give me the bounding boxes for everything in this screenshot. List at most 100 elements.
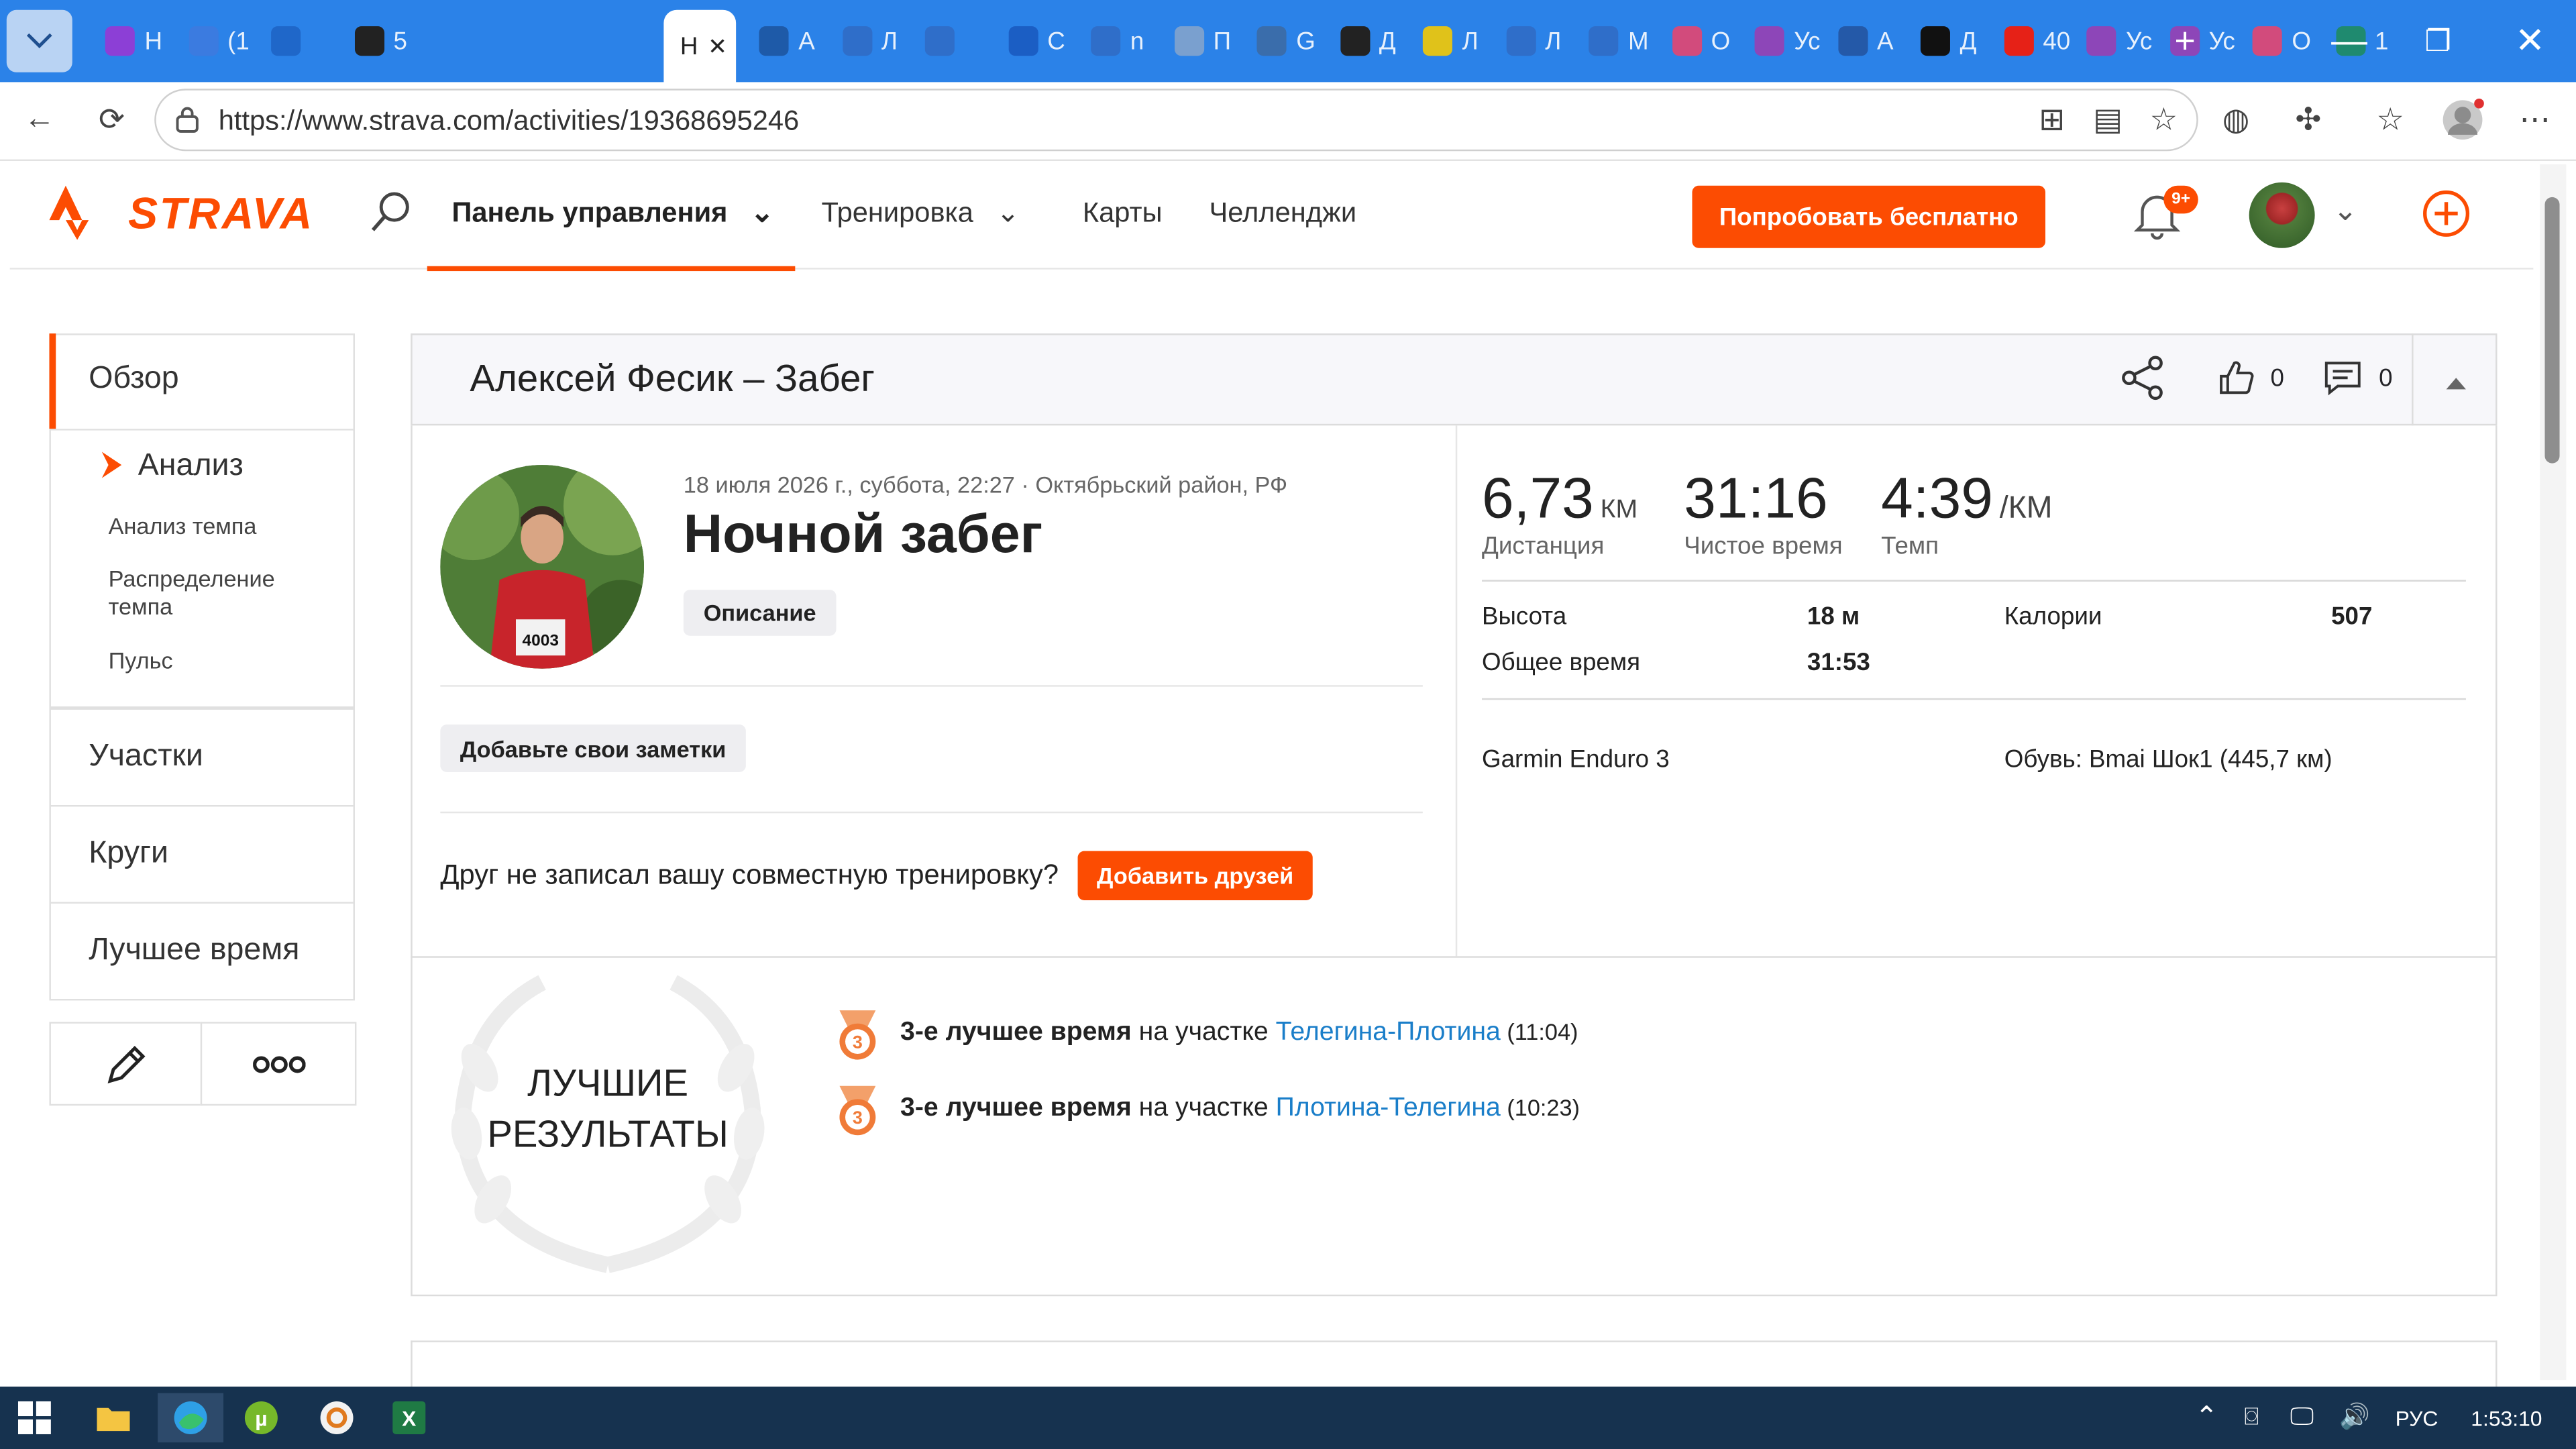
browser-tab[interactable]: С [991,10,1073,72]
excel-button[interactable]: X [381,1393,437,1442]
elevation-value: 18 м [1807,602,1860,631]
browser-tab[interactable]: А [743,10,824,72]
utorrent-button[interactable]: µ [233,1393,289,1442]
best-results-badge: ЛУЧШИЕ РЕЗУЛЬТАТЫ [443,1058,772,1160]
profile-button[interactable] [2441,98,2484,142]
sidebar-item-heart-rate[interactable]: Пульс [109,647,173,676]
network-icon[interactable]: 🖵 [2290,1403,2314,1431]
minimize-button[interactable]: — [2306,0,2392,82]
browser-tab[interactable]: 5 [337,10,419,72]
browser-tab[interactable]: Ус [1738,10,1820,72]
camera-icon[interactable]: ⌼ [2244,1403,2259,1431]
refresh-button[interactable]: ⟳ [91,99,133,142]
edit-button[interactable] [49,1022,203,1106]
browser-tab[interactable]: n [1075,10,1157,72]
sidebar-item-pace-distribution[interactable]: Распределение темпа [109,565,322,621]
segment-link[interactable]: Телегина-Плотина [1276,1018,1501,1046]
strava-logo[interactable]: STRAVA [128,189,314,240]
back-button[interactable]: ← [18,99,61,142]
segment-link[interactable]: Плотина-Телегина [1276,1094,1501,1122]
page-scrollbar[interactable] [2540,164,2567,1381]
sidebar-item-analysis[interactable]: Анализ [138,449,244,485]
tab-title: А [1876,27,1894,56]
strava-logo-mark[interactable] [46,184,93,240]
browser-tab[interactable]: Д [1904,10,1986,72]
extension-button[interactable]: ◍ [2214,99,2257,142]
shoes-info[interactable]: Обувь: Bmai Шок1 (445,7 км) [2004,746,2332,774]
browser-tab-active[interactable]: Н ✕ [663,9,737,83]
calories-label: Калории [2004,602,2102,631]
browser-menu-button[interactable]: ⋯ [2514,99,2557,142]
notifications-button[interactable]: 9+ [2133,185,2198,248]
comments-button[interactable]: 0 [2323,360,2393,396]
apps-button[interactable]: ⊞ [2031,99,2074,142]
browser-tab[interactable]: 40 [1987,10,2070,72]
browser-tab[interactable]: Н [89,10,170,72]
nav-training[interactable]: Тренировка ⌄ [822,197,1020,230]
achievement-text: на участке [1131,1094,1276,1122]
kudos-button[interactable]: 0 [2218,360,2284,396]
new-tab-button[interactable]: + [2142,0,2227,82]
share-button[interactable] [2119,355,2165,409]
clock[interactable]: 1:53:10 [2471,1406,2542,1431]
athlete-photo[interactable]: 4003 [440,465,645,669]
browser-tab[interactable]: Ус [2070,10,2152,72]
browser-tab[interactable]: G [1240,10,1322,72]
nav-challenges[interactable]: Челленджи [1209,197,1356,230]
search-button[interactable] [368,189,415,244]
calories-value: 507 [2331,602,2373,631]
elapsed-value: 31:53 [1807,649,1870,677]
sidebar-item-overview[interactable]: Обзор [89,362,178,398]
input-language[interactable]: РУС [2396,1406,2438,1431]
chevron-down-icon[interactable]: ⌄ [2333,194,2358,228]
sidebar-item-pace-analysis[interactable]: Анализ темпа [109,513,257,541]
scrollbar-thumb[interactable] [2544,197,2560,464]
divider [440,811,1423,814]
browser-tab[interactable]: (1 [172,10,254,72]
browser-tab[interactable]: Л [1406,10,1488,72]
app-button[interactable] [309,1393,364,1442]
description-button[interactable]: Описание [683,590,837,636]
add-friends-button[interactable]: Добавить друзей [1077,851,1313,901]
restore-button[interactable]: ❐ [2396,0,2481,82]
sidebar-item-laps[interactable]: Круги [89,837,168,873]
stat-pace: 4:39/КМ [1881,467,2052,533]
bib-number: 4003 [523,631,559,649]
browser-tab[interactable]: О [2236,10,2318,72]
tab-actions-menu-button[interactable] [6,9,72,72]
chevron-up-icon[interactable]: ⌃ [2195,1401,2218,1434]
browser-tab[interactable] [908,10,990,72]
edge-button[interactable] [158,1393,224,1443]
try-free-button[interactable]: Попробовать бесплатно [1692,185,2046,248]
reader-view-button[interactable]: ▤ [2086,99,2129,142]
nav-maps[interactable]: Карты [1083,197,1163,230]
volume-icon[interactable]: 🔊 [2339,1401,2370,1431]
nav-dashboard[interactable]: Панель управления ⌄ [451,197,773,230]
user-avatar[interactable] [2249,182,2315,248]
address-bar[interactable]: https://www.strava.com/activities/193686… [154,89,2198,152]
browser-tab[interactable]: Л [826,10,908,72]
sidebar-item-best-efforts[interactable]: Лучшее время [89,933,299,969]
add-notes-button[interactable]: Добавьте свои заметки [440,724,746,773]
file-explorer-button[interactable] [85,1393,141,1442]
favicon-icon [1754,26,1784,56]
favorite-button[interactable]: ☆ [2142,99,2185,142]
close-window-button[interactable]: ✕ [2487,0,2573,82]
browser-tab[interactable]: М [1572,10,1654,72]
browser-tab[interactable]: П [1157,10,1239,72]
sidebar-item-segments[interactable]: Участки [89,739,203,775]
browser-tab[interactable]: О [1655,10,1737,72]
browser-tab[interactable] [255,10,337,72]
close-tab-icon[interactable]: ✕ [708,32,727,60]
more-actions-button[interactable] [200,1022,357,1106]
browser-tab[interactable]: Д [1324,10,1405,72]
favorites-button[interactable]: ☆ [2369,99,2412,142]
tab-title: 5 [393,27,407,56]
browser-tab[interactable]: А [1821,10,1903,72]
collapse-button[interactable] [2445,370,2467,399]
upload-button[interactable] [2422,189,2471,247]
start-button[interactable] [7,1393,62,1442]
favicon-icon [1256,26,1287,56]
browser-tab[interactable]: Л [1489,10,1571,72]
extensions-button[interactable]: ✣ [2287,99,2330,142]
